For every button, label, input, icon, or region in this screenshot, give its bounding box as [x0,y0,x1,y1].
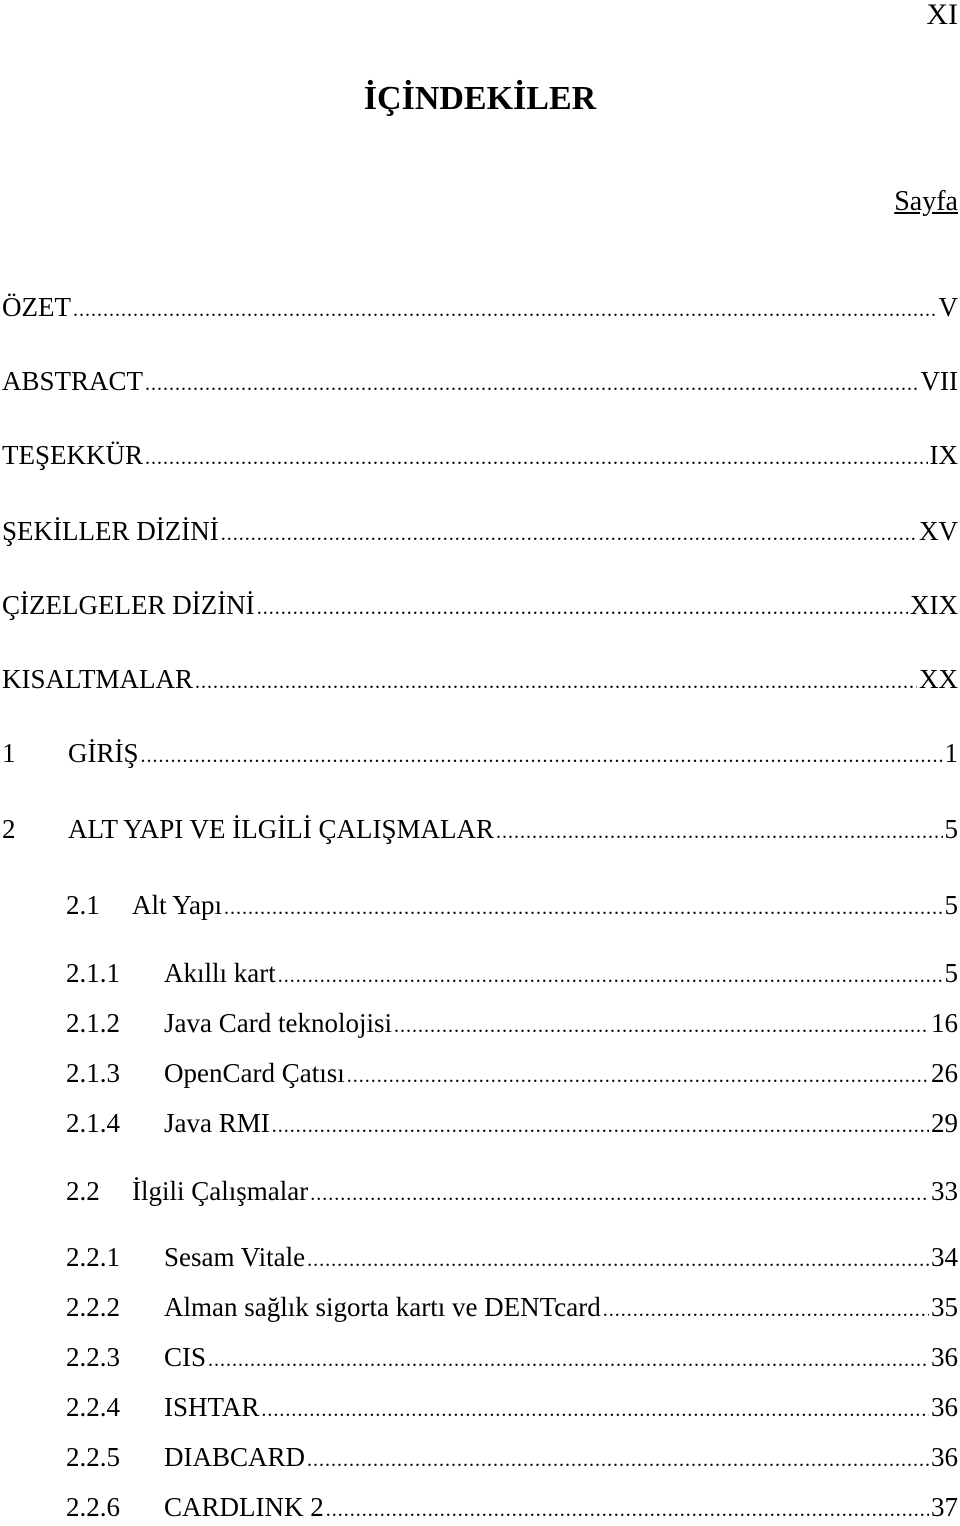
toc-entry-number: 2.2.2 [66,1292,120,1322]
toc-entry-label: ISHTAR [164,1392,260,1422]
toc-entry[interactable]: 1 GİRİŞ 1 [2,738,958,769]
toc-entry-number: 2.2.5 [66,1442,120,1472]
toc-entry-label: OpenCard Çatısı [164,1058,345,1088]
toc-entry-label: ALT YAPI VE İLGİLİ ÇALIŞMALAR [68,814,495,844]
toc-entry-page: 36 [931,1342,958,1372]
toc-leader-dots [278,965,943,988]
toc-entry[interactable]: 2.2.2 Alman sağlık sigorta kartı ve DENT… [66,1292,958,1323]
toc-entry-page: 33 [931,1176,958,1206]
toc-entry-page: 36 [931,1392,958,1422]
toc-entry-page: V [938,292,959,322]
toc-entry[interactable]: ÇİZELGELER DİZİNİ XIX [2,590,958,621]
toc-leader-dots [603,1299,929,1322]
toc-entry[interactable]: 2 ALT YAPI VE İLGİLİ ÇALIŞMALAR 5 [2,814,958,845]
toc-entry[interactable]: 2.2.1 Sesam Vitale 34 [66,1242,958,1273]
toc-entry[interactable]: 2.2.6 CARDLINK 2 37 [66,1492,958,1523]
toc-entry-number: 2.1 [66,890,100,920]
toc-leader-dots [73,299,937,322]
toc-leader-dots [347,1065,929,1088]
toc-leader-dots [496,821,942,844]
toc-entry-page: XX [919,664,958,694]
toc-leader-dots [224,897,942,920]
toc-entry-number: 2.2.3 [66,1342,120,1372]
toc-leader-dots [195,671,917,694]
toc-leader-dots [221,523,917,546]
page-number: XI [926,0,958,31]
toc-entry-page: 26 [931,1058,958,1088]
toc-leader-dots [307,1249,929,1272]
toc-entry-label: İlgili Çalışmalar [132,1176,309,1206]
toc-entry-label: Alman sağlık sigorta kartı ve DENTcard [164,1292,601,1322]
toc-entry[interactable]: 2.2.5 DIABCARD 36 [66,1442,958,1473]
toc-leader-dots [394,1015,929,1038]
toc-entry-number: 2.1.4 [66,1108,120,1138]
toc-entry-label: CARDLINK 2 [164,1492,324,1522]
toc-entry[interactable]: ÖZET V [2,292,958,323]
toc-leader-dots [145,447,928,470]
toc-entry[interactable]: 2.1 Alt Yapı 5 [66,890,958,921]
toc-entry[interactable]: 2.2 İlgili Çalışmalar 33 [66,1176,958,1207]
toc-entry-label: TEŞEKKÜR [2,440,143,470]
toc-entry-page: 5 [944,958,959,988]
toc-entry-label: GİRİŞ [68,738,139,768]
toc-entry-page: XV [919,516,958,546]
toc-leader-dots [272,1115,929,1138]
toc-leader-dots [257,597,908,620]
toc-entry-page: XIX [910,590,958,620]
toc-entry-number: 2.2.6 [66,1492,120,1522]
toc-entry-label: Akıllı kart [164,958,276,988]
toc-entry-page: 37 [931,1492,958,1522]
toc-leader-dots [307,1449,929,1472]
toc-entry[interactable]: 2.1.1 Akıllı kart 5 [66,958,958,989]
toc-entry[interactable]: 2.1.3 OpenCard Çatısı 26 [66,1058,958,1089]
toc-entry-page: 35 [931,1292,958,1322]
toc-entry-page: 1 [944,738,959,768]
toc-entry-number: 2 [2,814,16,844]
toc-entry[interactable]: ABSTRACT VII [2,366,958,397]
toc-entry-page: 29 [931,1108,958,1138]
toc-entry-page: VII [920,366,958,396]
toc-entry-page: IX [929,440,959,470]
toc-entry[interactable]: 2.1.2 Java Card teknolojisi 16 [66,1008,958,1039]
toc-entry-page: 5 [944,890,959,920]
toc-entry[interactable]: 2.2.4 ISHTAR 36 [66,1392,958,1423]
toc-entry-number: 2.2.4 [66,1392,120,1422]
toc-entry-label: Sesam Vitale [164,1242,306,1272]
toc-entry[interactable]: 2.2.3 CIS 36 [66,1342,958,1373]
toc-entry[interactable]: 2.1.4 Java RMI 29 [66,1108,958,1139]
toc-entry-number: 2.1.3 [66,1058,120,1088]
page-column-label: Sayfa [894,186,958,217]
toc-leader-dots [145,373,918,396]
toc-leader-dots [208,1349,929,1372]
toc-entry-page: 34 [931,1242,958,1272]
toc-leader-dots [261,1399,929,1422]
toc-entry-label: Java RMI [164,1108,270,1138]
toc-entry-page: 5 [944,814,959,844]
toc-entry-label: CIS [164,1342,207,1372]
toc-entry-label: ÖZET [2,292,71,322]
toc-entry-label: ÇİZELGELER DİZİNİ [2,590,255,620]
toc-entry-page: 16 [931,1008,958,1038]
toc-entry-number: 1 [2,738,16,768]
toc-entry-page: 36 [931,1442,958,1472]
toc-entry-label: Alt Yapı [132,890,223,920]
toc-entry-label: ABSTRACT [2,366,144,396]
toc-entry[interactable]: ŞEKİLLER DİZİNİ XV [2,516,958,547]
toc-entry-label: DIABCARD [164,1442,306,1472]
toc-entry-number: 2.2.1 [66,1242,120,1272]
toc-entry-number: 2.1.2 [66,1008,120,1038]
toc-entry-number: 2.1.1 [66,958,120,988]
page-title: İÇİNDEKİLER [363,80,597,117]
toc-entry-label: ŞEKİLLER DİZİNİ [2,516,219,546]
toc-entry-label: Java Card teknolojisi [164,1008,392,1038]
toc-entry-label: KISALTMALAR [2,664,194,694]
toc-leader-dots [326,1499,929,1522]
toc-entry[interactable]: KISALTMALAR XX [2,664,958,695]
toc-leader-dots [310,1183,929,1206]
toc-leader-dots [141,745,943,768]
toc-entry[interactable]: TEŞEKKÜR IX [2,440,958,471]
toc-entry-number: 2.2 [66,1176,100,1206]
